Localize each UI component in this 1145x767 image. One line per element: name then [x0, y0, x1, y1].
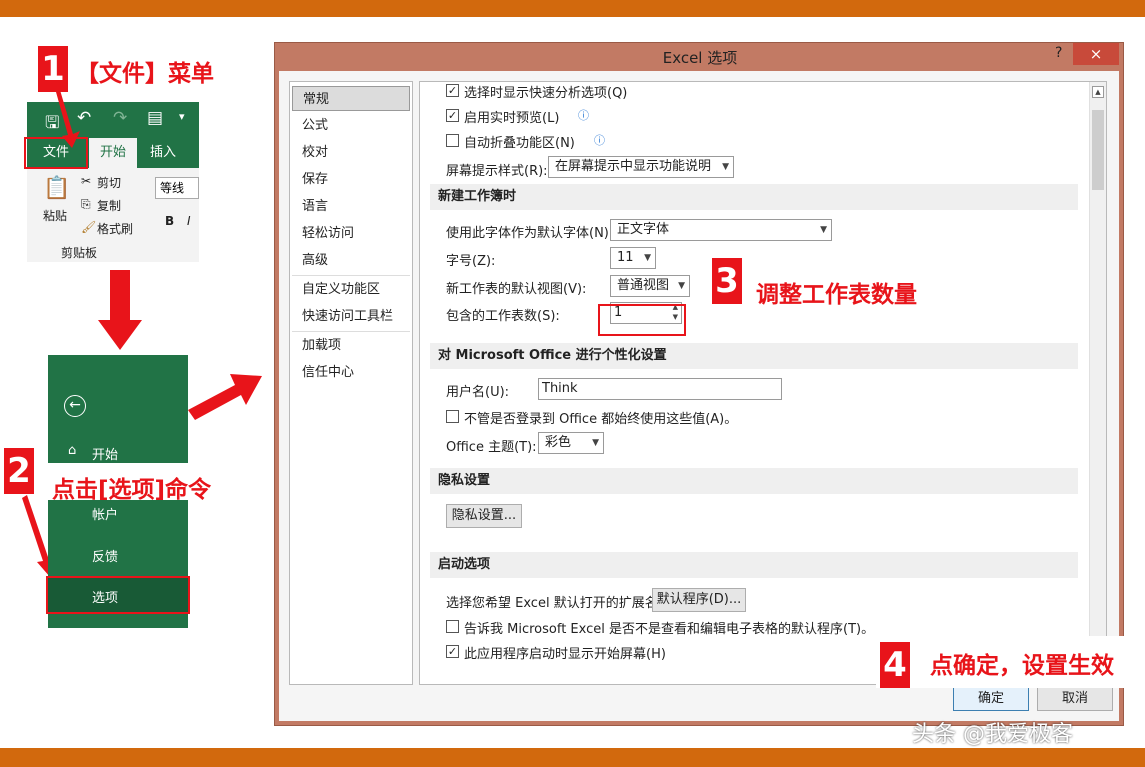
default-view-label: 新工作表的默认视图(V):: [446, 282, 587, 297]
step2-label: 点击[选项]命令: [52, 477, 212, 503]
backstage-feedback[interactable]: 反馈: [92, 546, 118, 565]
nav-customize-ribbon[interactable]: 自定义功能区: [292, 277, 410, 302]
nav-quick-access[interactable]: 快速访问工具栏: [292, 304, 410, 329]
show-start-label: 此应用程序启动时显示开始屏幕(H): [464, 647, 666, 662]
collapse-ribbon-label: 自动折叠功能区(N): [464, 136, 575, 151]
options-content: ✓ 选择时显示快速分析选项(Q) ✓ 启用实时预览(L) ⓘ 自动折叠功能区(N…: [419, 81, 1107, 685]
default-programs-button[interactable]: 默认程序(D)...: [652, 588, 746, 612]
username-input[interactable]: Think: [538, 378, 782, 400]
theme-select[interactable]: 彩色 ▼: [538, 432, 604, 454]
arrow-down: [98, 270, 142, 350]
watermark: 头条 @我爱极客: [912, 722, 1073, 747]
tell-me-label: 告诉我 Microsoft Excel 是否不是查看和编辑电子表格的默认程序(T…: [464, 622, 875, 637]
section-personalize: 对 Microsoft Office 进行个性化设置: [430, 343, 1078, 369]
highlight-sheet-count: [598, 304, 686, 336]
collapse-ribbon-checkbox[interactable]: [446, 134, 459, 147]
back-arrow-icon[interactable]: ←: [64, 395, 86, 417]
nav-divider: [292, 275, 410, 276]
help-button[interactable]: ?: [1055, 45, 1062, 61]
nav-save[interactable]: 保存: [292, 167, 410, 192]
chevron-down-icon: ▼: [820, 225, 827, 235]
font-size-select[interactable]: 11 ▼: [610, 247, 656, 269]
scrollbar-thumb[interactable]: [1092, 110, 1104, 190]
nav-advanced[interactable]: 高级: [292, 248, 410, 273]
ok-button[interactable]: 确定: [953, 687, 1029, 711]
step4-number: 4: [880, 642, 910, 688]
section-startup: 启动选项: [430, 552, 1078, 578]
step4-label: 点确定，设置生效: [930, 653, 1114, 679]
chevron-down-icon: ▼: [678, 281, 685, 291]
screentip-select[interactable]: 在屏幕提示中显示功能说明 ▼: [548, 156, 734, 178]
info-icon: ⓘ: [594, 134, 605, 147]
default-view-select[interactable]: 普通视图 ▼: [610, 275, 690, 297]
nav-trust-center[interactable]: 信任中心: [292, 360, 410, 385]
highlight-options: [46, 576, 190, 614]
live-preview-label: 启用实时预览(L): [464, 111, 560, 126]
step3-label: 调整工作表数量: [756, 282, 917, 308]
dialog-body: 常规 公式 校对 保存 语言 轻松访问 高级 自定义功能区 快速访问工具栏 加载…: [279, 71, 1119, 721]
always-use-checkbox[interactable]: [446, 410, 459, 423]
quick-analysis-label: 选择时显示快速分析选项(Q): [464, 86, 628, 101]
nav-general[interactable]: 常规: [292, 86, 410, 111]
chevron-down-icon: ▼: [722, 162, 729, 172]
sheet-count-label: 包含的工作表数(S):: [446, 309, 560, 324]
nav-language[interactable]: 语言: [292, 194, 410, 219]
chevron-down-icon: ▼: [644, 253, 651, 263]
step2-number: 2: [4, 448, 34, 494]
nav-proofing[interactable]: 校对: [292, 140, 410, 165]
username-label: 用户名(U):: [446, 385, 510, 400]
quick-analysis-checkbox[interactable]: ✓: [446, 84, 459, 97]
arrow-step1: [56, 90, 80, 148]
extension-label: 选择您希望 Excel 默认打开的扩展名:: [446, 596, 663, 611]
nav-formulas[interactable]: 公式: [292, 113, 410, 138]
backstage-top: ← ⌂ 开始: [48, 355, 188, 463]
chevron-down-icon: ▼: [592, 438, 599, 448]
step3-number: 3: [712, 258, 742, 304]
always-use-label: 不管是否登录到 Office 都始终使用这些值(A)。: [464, 412, 738, 427]
default-font-select[interactable]: 正文字体 ▼: [610, 219, 832, 241]
backstage-home[interactable]: 开始: [92, 444, 118, 463]
content-scrollbar[interactable]: ▲: [1089, 82, 1106, 684]
theme-label: Office 主题(T):: [446, 440, 537, 455]
nav-divider: [292, 331, 410, 332]
arrow-to-dialog: [188, 374, 262, 420]
close-button[interactable]: ×: [1073, 43, 1119, 65]
show-start-checkbox[interactable]: ✓: [446, 645, 459, 658]
options-nav: 常规 公式 校对 保存 语言 轻松访问 高级 自定义功能区 快速访问工具栏 加载…: [289, 81, 413, 685]
nav-addins[interactable]: 加载项: [292, 333, 410, 358]
scroll-up-icon[interactable]: ▲: [1092, 86, 1104, 98]
excel-options-dialog: Excel 选项 ? × 常规 公式 校对 保存 语言 轻松访问 高级 自定义功…: [274, 42, 1124, 726]
live-preview-checkbox[interactable]: ✓: [446, 109, 459, 122]
font-size-label: 字号(Z):: [446, 254, 496, 269]
dialog-title: Excel 选项: [662, 49, 738, 67]
backstage-account[interactable]: 帐户: [92, 504, 118, 523]
privacy-settings-button[interactable]: 隐私设置...: [446, 504, 522, 528]
nav-accessibility[interactable]: 轻松访问: [292, 221, 410, 246]
cancel-button[interactable]: 取消: [1037, 687, 1113, 711]
tell-me-checkbox[interactable]: [446, 620, 459, 633]
default-font-label: 使用此字体作为默认字体(N):: [446, 226, 614, 241]
info-icon: ⓘ: [578, 109, 589, 122]
home-icon: ⌂: [68, 443, 77, 458]
screentip-label: 屏幕提示样式(R):: [446, 164, 548, 179]
section-new-workbook: 新建工作簿时: [430, 184, 1078, 210]
section-privacy: 隐私设置: [430, 468, 1078, 494]
